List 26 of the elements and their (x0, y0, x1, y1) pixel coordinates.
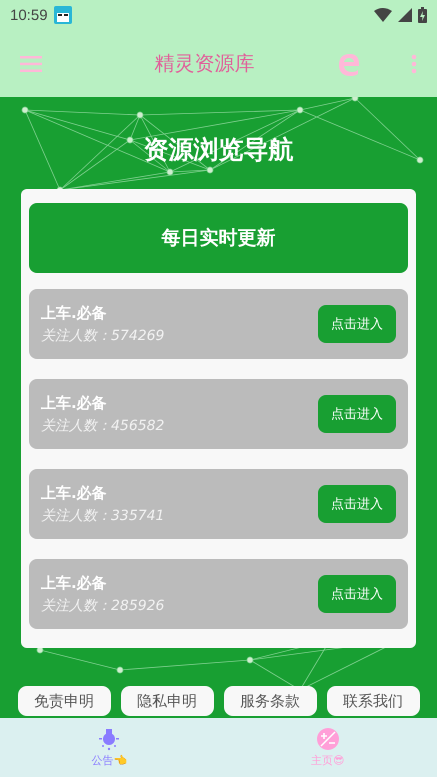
status-time: 10:59 (10, 6, 48, 24)
enter-button[interactable]: 点击进入 (318, 575, 396, 613)
wifi-icon (374, 8, 392, 22)
lightbulb-icon (97, 727, 122, 751)
enter-button[interactable]: 点击进入 (318, 485, 396, 523)
menu-icon[interactable] (20, 56, 42, 72)
resource-name: 上车.必备 (41, 394, 108, 412)
enter-button[interactable]: 点击进入 (318, 395, 396, 433)
nav-tab[interactable]: 公告👈 (0, 718, 218, 777)
resource-name: 上车.必备 (41, 574, 108, 592)
app-notification-icon (54, 6, 72, 24)
footer-link[interactable]: 免责申明 (18, 686, 110, 716)
update-banner: 每日实时更新 (29, 203, 408, 273)
footer-link[interactable]: 隐私申明 (120, 686, 214, 716)
app-title: 精灵资源库 (154, 50, 256, 77)
footer-link[interactable]: 服务条款 (224, 686, 316, 716)
plus-minus-icon (316, 727, 340, 751)
browser-icon[interactable] (337, 52, 361, 76)
resource-name: 上车.必备 (41, 304, 108, 322)
signal-icon (398, 8, 412, 22)
resource-name: 上车.必备 (41, 484, 108, 502)
footer-link[interactable]: 联系我们 (326, 686, 420, 716)
enter-button[interactable]: 点击进入 (318, 305, 396, 343)
page-heading: 资源浏览导航 (144, 134, 294, 166)
more-icon[interactable] (411, 54, 417, 74)
battery-icon (418, 7, 427, 23)
